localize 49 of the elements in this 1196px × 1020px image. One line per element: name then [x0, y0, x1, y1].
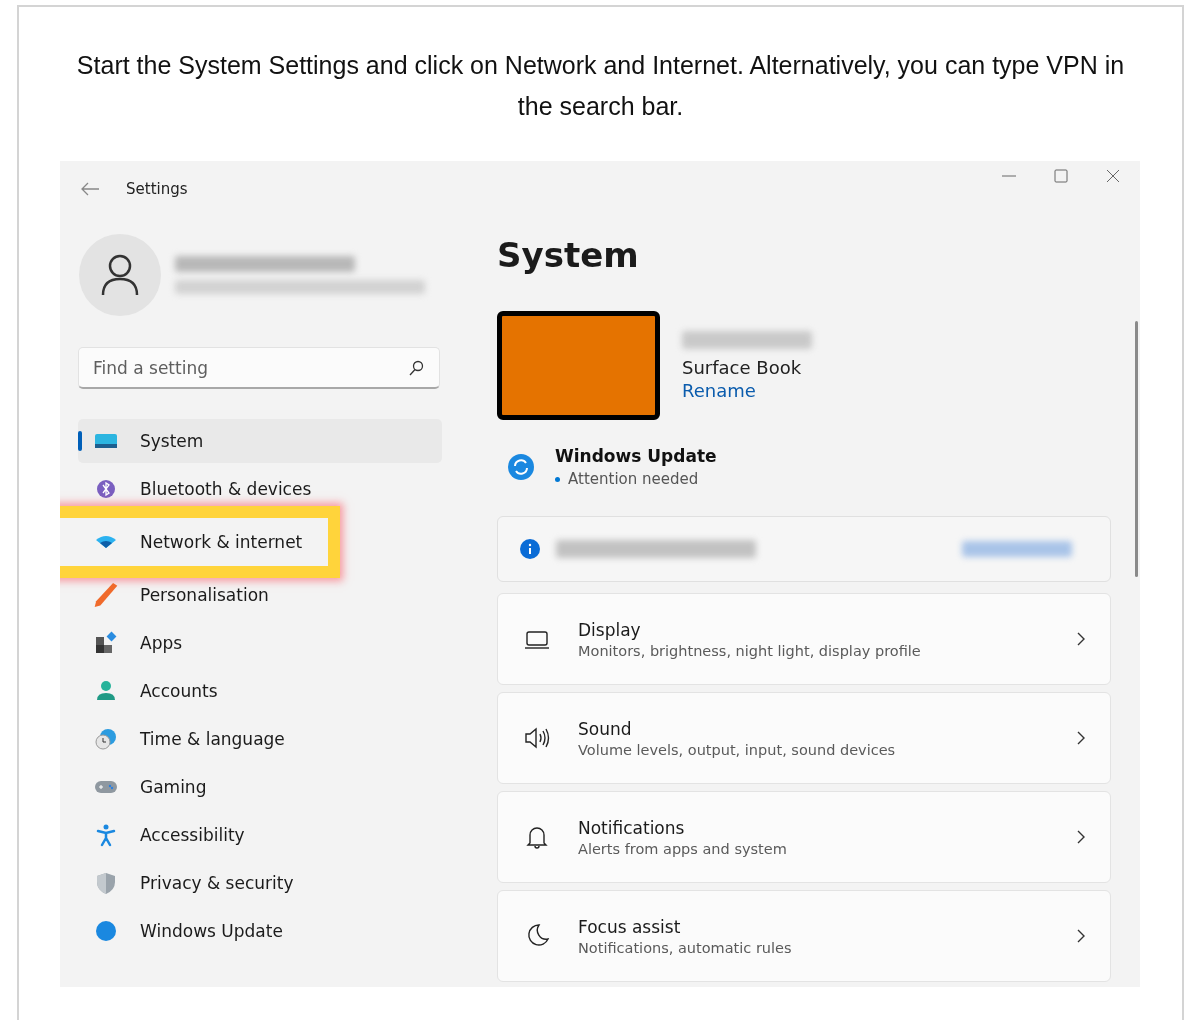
device-model: Surface Book	[682, 357, 803, 378]
nav-item[interactable]: Privacy & security	[78, 861, 442, 905]
back-arrow-icon[interactable]	[80, 182, 100, 196]
nav-item[interactable]: Gaming	[78, 765, 442, 809]
chevron-right-icon	[1076, 928, 1086, 944]
shield-icon	[94, 871, 118, 895]
card-title: Display	[578, 619, 642, 640]
card-subtitle: Notifications, automatic rules	[578, 939, 793, 956]
nav-item[interactable]: Personalisation	[78, 573, 442, 617]
nav-item[interactable]: Windows Update	[78, 909, 442, 953]
nav-item[interactable]: Accessibility	[78, 813, 442, 857]
page-title: System	[497, 235, 640, 275]
nav-item[interactable]: Network & internet	[78, 520, 324, 564]
scrollbar[interactable]	[1135, 321, 1138, 577]
update-status: Attention needed	[555, 470, 717, 488]
rename-link[interactable]: Rename	[682, 380, 812, 401]
apps-icon	[94, 631, 118, 655]
update-title: Windows Update	[555, 446, 717, 466]
brush-icon	[94, 583, 118, 607]
card-title: Notifications	[578, 817, 686, 838]
card-title: Focus assist	[578, 916, 682, 937]
card-title: Sound	[578, 718, 633, 739]
chevron-right-icon	[1076, 631, 1086, 647]
nav-item[interactable]: Accounts	[78, 669, 442, 713]
settings-card[interactable]: Notifications Alerts from apps and system	[497, 791, 1111, 883]
nav-item[interactable]: System	[78, 419, 442, 463]
settings-card[interactable]: Focus assist Notifications, automatic rules	[497, 890, 1111, 982]
chevron-right-icon	[1076, 829, 1086, 845]
search-field[interactable]: Find a setting	[78, 347, 440, 389]
settings-card[interactable]: Sound Volume levels, output, input, sound devices	[497, 692, 1111, 784]
card-subtitle: Alerts from apps and system	[578, 840, 788, 857]
chevron-right-icon	[1076, 730, 1086, 746]
window-title: Settings	[126, 180, 188, 198]
nav-item[interactable]: Time & language	[78, 717, 442, 761]
close-icon[interactable]	[1106, 169, 1120, 183]
info-icon	[520, 539, 540, 559]
maximize-icon[interactable]	[1054, 169, 1068, 183]
settings-card[interactable]: Display Monitors, brightness, night light, display profile	[497, 593, 1111, 685]
bluetooth-icon	[94, 477, 118, 501]
accessibility-icon	[94, 823, 118, 847]
card-subtitle: Monitors, brightness, night light, display profile	[578, 642, 922, 659]
person-icon	[94, 679, 118, 703]
instruction-text: Start the System Settings and click on Network and Internet. Alternatively, you can type VPN in the search bar.	[75, 50, 1126, 122]
clock-globe-icon	[94, 727, 118, 751]
sync-icon	[507, 453, 535, 481]
search-icon	[408, 360, 424, 376]
nav-item[interactable]: Bluetooth & devices	[78, 467, 442, 511]
nav-item[interactable]: Apps	[78, 621, 442, 665]
card-subtitle: Volume levels, output, input, sound devices	[578, 741, 897, 758]
